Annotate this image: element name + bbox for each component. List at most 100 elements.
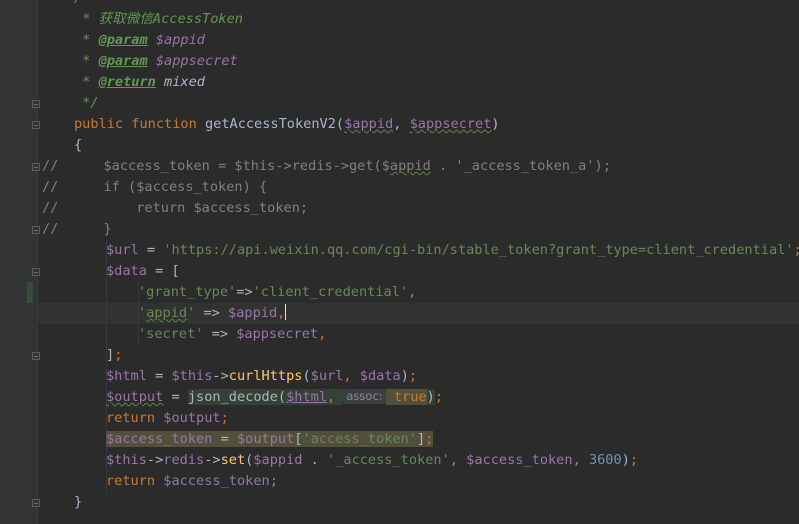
code-token: , (393, 116, 410, 132)
code-line[interactable]: */ (38, 93, 799, 114)
code-line[interactable]: $access_token = $output['access_token']; (38, 429, 799, 450)
code-line[interactable]: /** (38, 0, 799, 9)
code-text: { (74, 135, 82, 156)
code-line[interactable]: return $access_token; (38, 471, 799, 492)
code-line[interactable]: } (38, 492, 799, 513)
code-area[interactable]: /** * 获取微信AccessToken * @param $appid * … (38, 0, 799, 524)
code-line[interactable]: 'appid' => $appid, (38, 303, 799, 324)
indent-guide (106, 324, 107, 345)
fold-toggle-icon[interactable] (32, 163, 40, 171)
text-caret (285, 304, 287, 320)
fold-toggle-icon[interactable] (32, 121, 40, 129)
fold-toggle-icon[interactable] (32, 100, 40, 108)
code-token: { (74, 137, 83, 153)
code-line[interactable]: return $output; (38, 408, 799, 429)
code-line[interactable]: 'grant_type'=>'client_credential', (38, 282, 799, 303)
code-token: if ($access_token) { (38, 179, 268, 195)
code-text: $output = json_decode($html, assoc: true… (106, 387, 443, 408)
code-token: $appid (344, 116, 394, 132)
code-text: */ (74, 93, 98, 114)
code-token: $data (359, 368, 401, 384)
code-text: * @return mixed (74, 72, 205, 93)
code-text: $this->redis->set($appid . '_access_toke… (106, 450, 638, 471)
code-line[interactable]: 'secret' => $appsecret, (38, 324, 799, 345)
change-marker (27, 282, 33, 303)
code-token: => (236, 284, 253, 300)
fold-toggle-icon[interactable] (32, 499, 40, 507)
code-text: if ($access_token) { (38, 177, 267, 198)
code-token: 'secret' (138, 326, 204, 342)
code-token: $access_token (163, 473, 270, 489)
code-text: $access_token = $output['access_token']; (106, 429, 434, 450)
code-token: redis (163, 452, 205, 468)
code-token: * (74, 32, 99, 48)
code-token: $appsecret (155, 53, 238, 69)
code-line[interactable]: $access_token = $this->redis->get($appid… (38, 156, 799, 177)
code-token: . (302, 452, 328, 468)
code-token: ; (434, 389, 443, 405)
code-line[interactable]: * 获取微信AccessToken (38, 9, 799, 30)
code-token: '_access_token' (327, 452, 450, 468)
code-line[interactable]: return $access_token; (38, 198, 799, 219)
code-token: = (138, 242, 164, 258)
code-token: ; (269, 473, 278, 489)
code-line[interactable]: * @param $appsecret (38, 51, 799, 72)
code-line[interactable]: if ($access_token) { (38, 177, 799, 198)
code-text: $html = $this->curlHttps($url, $data); (106, 366, 417, 387)
comment-marker: // (42, 179, 59, 195)
line-gutter[interactable] (0, 0, 38, 524)
code-line[interactable]: * @return mixed (38, 72, 799, 93)
code-token: -> (212, 368, 229, 384)
code-text: $access_token = $this->redis->get($appid… (38, 156, 610, 177)
code-token: @return (98, 74, 156, 90)
code-line[interactable]: { (38, 135, 799, 156)
code-token: return (106, 473, 164, 489)
code-line[interactable]: $output = json_decode($html, assoc: true… (38, 387, 799, 408)
code-token: ; (408, 368, 418, 384)
code-token: => (195, 305, 229, 321)
code-token: @param (98, 32, 148, 48)
code-text: return $access_token; (38, 198, 308, 219)
code-token: $access_token (466, 452, 573, 468)
fold-toggle-icon[interactable] (32, 352, 40, 360)
comment-marker: // (42, 221, 59, 237)
code-token: , (572, 452, 589, 468)
code-token: , (343, 368, 360, 384)
code-token: ; (220, 410, 229, 426)
code-token: -> (146, 452, 164, 468)
code-token: $access_token (106, 431, 213, 447)
fold-toggle-icon[interactable] (32, 226, 40, 234)
code-line[interactable]: $url = 'https://api.weixin.qq.com/cgi-bi… (38, 240, 799, 261)
code-token: = (163, 389, 188, 405)
code-line[interactable]: } (38, 219, 799, 240)
code-text: * @param $appsecret (74, 51, 238, 72)
code-line[interactable]: $data = [ (38, 261, 799, 282)
code-text: return $access_token; (106, 471, 278, 492)
code-line[interactable]: $this->redis->set($appid . '_access_toke… (38, 450, 799, 471)
code-token: curlHttps (228, 368, 303, 384)
code-token: $appid (253, 452, 303, 468)
code-text: $url = 'https://api.weixin.qq.com/cgi-bi… (106, 240, 799, 261)
code-line[interactable]: $html = $this->curlHttps($url, $data); (38, 366, 799, 387)
code-text: 'appid' => $appid, (138, 303, 287, 324)
fold-toggle-icon[interactable] (32, 268, 40, 276)
code-line[interactable]: ]; (38, 345, 799, 366)
code-token: , (449, 452, 467, 468)
code-token: $this (106, 452, 147, 468)
code-token: * (74, 53, 99, 69)
code-text: } (74, 492, 82, 513)
code-text: * 获取微信AccessToken (74, 9, 243, 30)
code-token: ] (417, 431, 426, 447)
code-line[interactable]: * @param $appid (38, 30, 799, 51)
code-token: } (74, 494, 83, 510)
code-token: true (385, 389, 427, 405)
code-token: -> (204, 452, 221, 468)
code-text: $data = [ (106, 261, 180, 282)
code-token: 'client_credential' (252, 284, 409, 300)
code-editor[interactable]: /** * 获取微信AccessToken * @param $appid * … (0, 0, 799, 524)
indent-guide (106, 303, 107, 324)
comment-marker: // (42, 200, 59, 216)
code-token: ; (114, 347, 123, 363)
code-line[interactable]: public function getAccessTokenV2($appid,… (38, 114, 799, 135)
code-token: $appsecret (409, 116, 492, 132)
